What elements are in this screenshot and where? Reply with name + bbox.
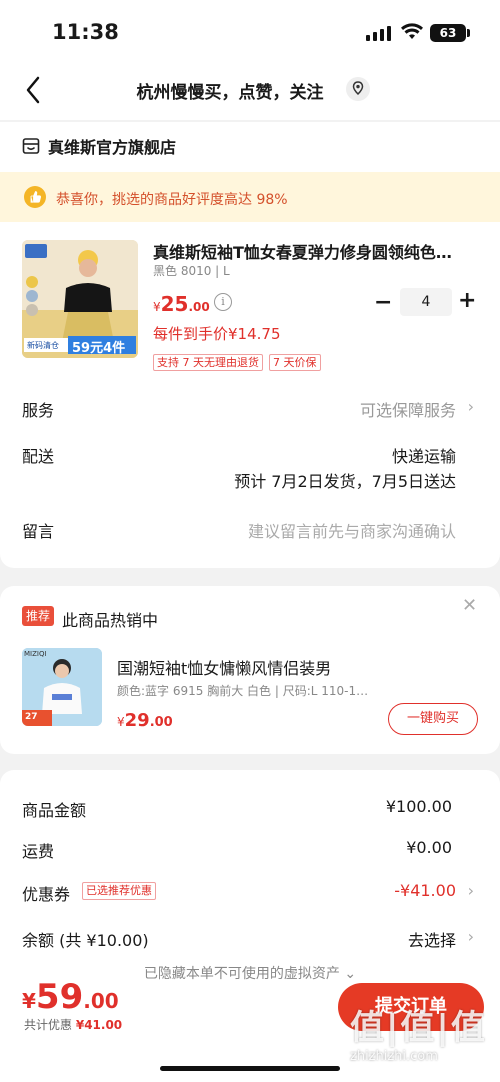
price-dec: .00 <box>188 300 210 314</box>
price-currency: ¥ <box>153 300 161 314</box>
recommend-subtitle: 颜色:蓝字 6915 胸前大 白色 | 尺码:L 110-1… <box>117 684 369 698</box>
recommend-image[interactable]: MIZIQI 27 <box>22 648 102 726</box>
store-row[interactable]: 真维斯官方旗舰店 <box>22 134 176 158</box>
quantity-increment-button[interactable]: + <box>458 288 476 313</box>
home-indicator <box>160 1066 340 1071</box>
total-price: ¥59.00 <box>22 977 119 1017</box>
recommend-heading: 此商品热销中 <box>62 611 159 630</box>
coupon-tag: 已选推荐优惠 <box>82 882 156 900</box>
rec-price-currency: ¥ <box>117 715 125 729</box>
watermark: 值|值|值 zhizhizhi.com <box>350 1000 490 1070</box>
recommend-title[interactable]: 国潮短袖t恤女慵懒风情侣装男 <box>117 655 331 679</box>
discount-label: 共计优惠 <box>24 1018 73 1032</box>
delivery-label: 配送 <box>22 447 55 466</box>
status-time: 11:38 <box>52 20 119 44</box>
balance-label: 余额 (共 ¥10.00) <box>22 931 149 950</box>
delivery-eta: 预计 7月2日发货，7月5日送达 <box>234 472 456 491</box>
price-protect-tag: 7 天价保 <box>269 354 321 371</box>
rec-price-int: 29 <box>124 710 150 731</box>
goods-amount-label: 商品金额 <box>22 801 87 820</box>
message-label: 留言 <box>22 522 55 541</box>
battery-tip <box>467 29 470 37</box>
shipping-value: ¥0.00 <box>406 838 452 857</box>
product-image-text: 59元4件 <box>72 341 126 356</box>
product-price: ¥25.00 <box>153 292 210 316</box>
product-image[interactable]: 新码清仓 59元4件 <box>22 240 138 358</box>
watermark-logo: 值|值|值 <box>350 1008 487 1048</box>
return-policy-tag: 支持 7 天无理由退货 <box>153 354 263 371</box>
quantity-decrement-button[interactable]: − <box>374 290 392 315</box>
discount-value: ¥41.00 <box>75 1018 123 1032</box>
one-click-buy-button[interactable]: 一键购买 <box>388 703 478 735</box>
nav-bar: 杭州慢慢买，点赞，关注 <box>0 60 500 120</box>
service-label: 服务 <box>22 401 55 420</box>
discount-line: 共计优惠 ¥41.00 <box>24 1016 122 1033</box>
location-icon[interactable] <box>346 77 370 101</box>
shipping-label: 运费 <box>22 842 55 861</box>
coupon-label: 优惠券 <box>22 885 71 904</box>
cellular-signal-icon <box>366 26 391 41</box>
product-title[interactable]: 真维斯短袖T恤女春夏弹力修身圆领纯色… <box>153 239 478 263</box>
message-input[interactable]: 建议留言前先与商家沟通确认 <box>248 518 456 542</box>
coupon-chevron-icon[interactable]: › <box>468 881 474 900</box>
recommend-image-text: 27 <box>25 712 38 722</box>
quantity-input[interactable]: 4 <box>400 288 452 316</box>
info-icon[interactable]: i <box>214 293 232 311</box>
unit-price: 每件到手价¥14.75 <box>153 325 281 343</box>
close-icon[interactable]: ✕ <box>462 595 477 616</box>
balance-value[interactable]: 去选择 <box>408 927 456 951</box>
promo-text: 恭喜你，挑选的商品好评度高达 98% <box>56 192 288 208</box>
status-bar: 11:38 63 <box>0 0 500 60</box>
product-sku[interactable]: 黑色 8010 | L <box>153 262 230 279</box>
coupon-value[interactable]: -¥41.00 <box>394 881 456 900</box>
recommend-image-brand: MIZIQI <box>24 650 47 658</box>
price-int: 25 <box>160 292 189 316</box>
recommend-badge: 推荐 <box>22 606 55 626</box>
service-value[interactable]: 可选保障服务 <box>360 397 456 421</box>
store-name: 真维斯官方旗舰店 <box>48 138 177 157</box>
balance-chevron-icon[interactable]: › <box>468 927 474 946</box>
battery-icon: 63 <box>430 24 466 42</box>
recommend-price: ¥29.00 <box>117 710 173 731</box>
total-dec: .00 <box>83 989 119 1013</box>
store-icon <box>22 138 40 154</box>
total-currency: ¥ <box>22 989 36 1013</box>
service-chevron-icon[interactable]: › <box>468 397 474 416</box>
goods-amount-value: ¥100.00 <box>385 797 452 816</box>
wifi-icon <box>401 23 423 39</box>
thumbs-up-icon <box>24 186 46 208</box>
watermark-url: zhizhizhi.com <box>350 1049 438 1064</box>
page-title: 杭州慢慢买，点赞，关注 <box>136 83 324 103</box>
delivery-value: 快递运输 <box>391 447 456 466</box>
product-image-sub: 新码清仓 <box>27 341 59 350</box>
rec-price-dec: .00 <box>149 715 173 730</box>
total-int: 59 <box>35 977 84 1017</box>
